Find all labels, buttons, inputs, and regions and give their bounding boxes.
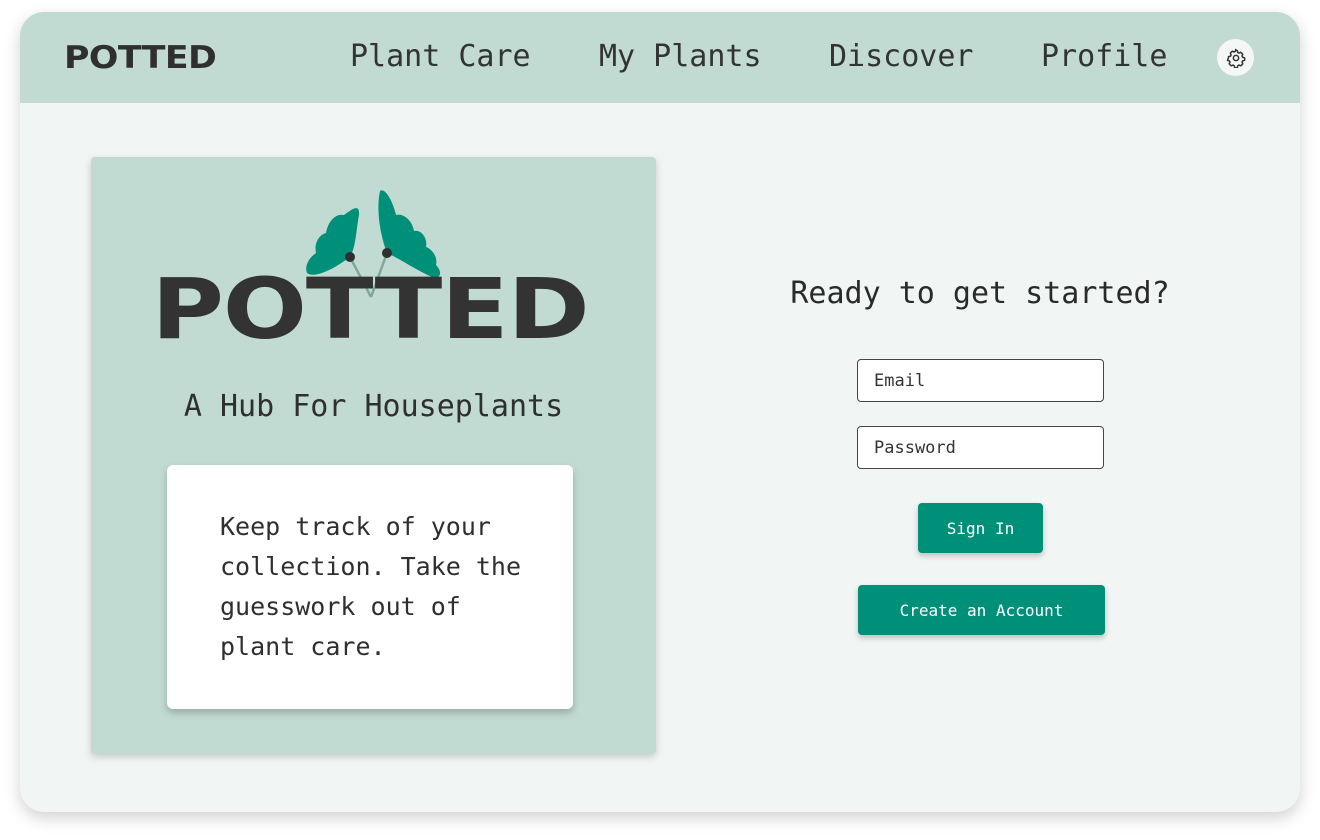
brand-logo[interactable]: POTTED (64, 40, 217, 76)
tagline: A Hub For Houseplants (183, 389, 564, 424)
nav-link-my-plants[interactable]: My Plants (599, 39, 762, 74)
hero-card: POTTED A Hub For Houseplants Keep track … (91, 157, 656, 754)
sign-in-button[interactable]: Sign In (918, 503, 1043, 553)
nav-link-profile[interactable]: Profile (1041, 39, 1167, 74)
gear-icon (1226, 48, 1245, 68)
email-field[interactable] (857, 359, 1104, 402)
settings-button[interactable] (1217, 39, 1254, 76)
app-window: POTTED Plant Care My Plants Discover Pro… (20, 12, 1300, 812)
signin-heading: Ready to get started? (790, 276, 1170, 311)
logo-wordmark: POTTED (151, 260, 589, 358)
create-account-button[interactable]: Create an Account (858, 585, 1105, 635)
info-card: Keep track of your collection. Take the … (167, 465, 573, 709)
top-navbar: POTTED Plant Care My Plants Discover Pro… (20, 12, 1300, 103)
nav-link-plant-care[interactable]: Plant Care (350, 39, 531, 74)
password-field[interactable] (857, 426, 1104, 469)
info-description: Keep track of your collection. Take the … (220, 512, 522, 661)
nav-link-discover[interactable]: Discover (829, 39, 974, 74)
